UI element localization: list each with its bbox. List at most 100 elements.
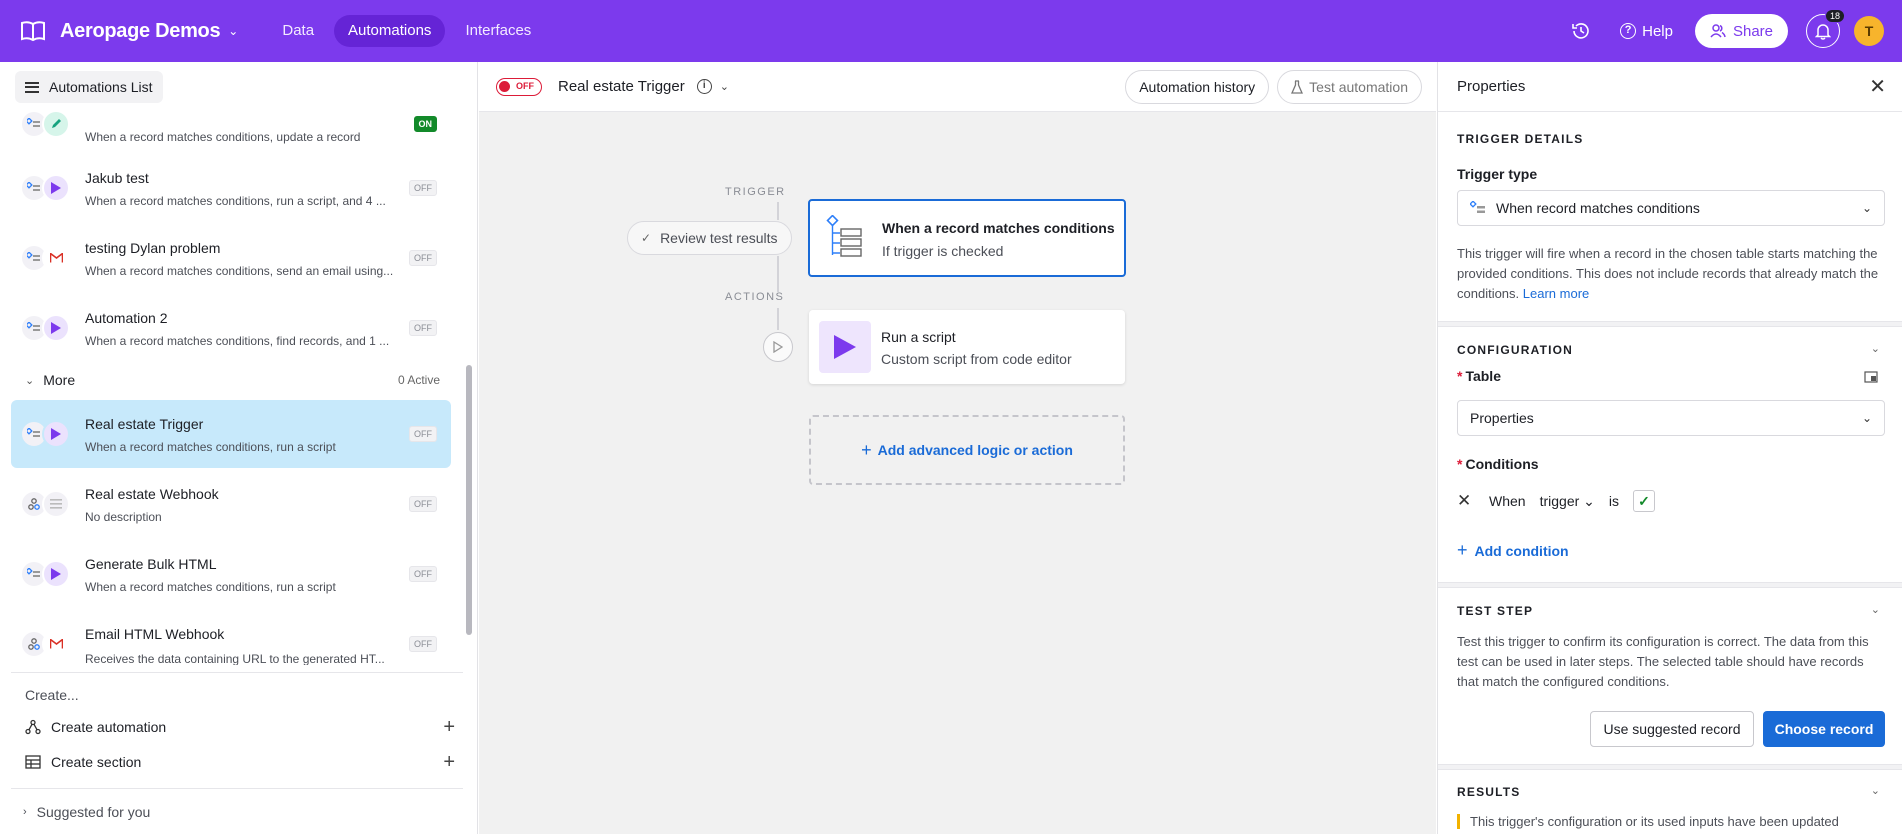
- base-menu-chevron-icon[interactable]: ⌄: [228, 24, 238, 38]
- table-select[interactable]: Properties ⌄: [1457, 400, 1885, 436]
- condition-operator[interactable]: is: [1609, 493, 1619, 509]
- trigger-card[interactable]: When a record matches conditions If trig…: [808, 199, 1126, 277]
- action-card[interactable]: Run a script Custom script from code edi…: [809, 310, 1125, 384]
- add-condition-button[interactable]: + Add condition: [1457, 540, 1569, 561]
- run-step-button[interactable]: [763, 332, 793, 362]
- automation-name: Generate Bulk HTML: [85, 556, 217, 572]
- chevron-down-icon[interactable]: ⌄: [720, 80, 729, 93]
- add-logic-label: Add advanced logic or action: [877, 442, 1073, 458]
- automations-list-label: Automations List: [49, 79, 153, 95]
- tab-interfaces[interactable]: Interfaces: [451, 15, 545, 47]
- chevron-down-icon[interactable]: ⌄: [1871, 784, 1880, 797]
- list-item[interactable]: Email HTML Webhook Receives the data con…: [11, 610, 451, 672]
- play-icon: [42, 314, 70, 342]
- chevron-right-icon: ›: [23, 805, 27, 818]
- play-outline-icon: [773, 341, 783, 353]
- book-logo-icon[interactable]: [20, 20, 46, 42]
- list-item[interactable]: Generate Bulk HTML When a record matches…: [11, 540, 451, 608]
- trigger-icon: [1470, 201, 1485, 213]
- condition-field-select[interactable]: trigger ⌄: [1540, 493, 1595, 510]
- automation-description: When a record matches conditions, run a …: [85, 580, 336, 594]
- expand-record-icon[interactable]: [1864, 371, 1878, 383]
- help-icon: ?: [1620, 23, 1637, 39]
- avatar[interactable]: T: [1854, 16, 1884, 46]
- condition-value-checkbox[interactable]: ✓: [1633, 490, 1656, 512]
- play-icon: [42, 560, 70, 588]
- status-badge: OFF: [409, 566, 437, 582]
- create-automation-button[interactable]: Create automation +: [25, 715, 455, 739]
- list-item[interactable]: Jakub test When a record matches conditi…: [11, 154, 451, 222]
- automation-description: When a record matches conditions, run a …: [85, 440, 336, 454]
- base-name[interactable]: Aeropage Demos: [60, 20, 221, 43]
- test-help-text: Test this trigger to confirm its configu…: [1457, 634, 1869, 689]
- active-count: 0 Active: [397, 373, 440, 387]
- sidebar-scrollbar[interactable]: [466, 365, 472, 635]
- list-item[interactable]: Automation 2 When a record matches condi…: [11, 294, 451, 362]
- table-label: * Table: [1457, 368, 1501, 384]
- test-automation-label: Test automation: [1309, 78, 1408, 95]
- top-nav: Data Automations Interfaces: [268, 15, 545, 47]
- automation-canvas: TRIGGER ACTIONS ✓ Review test results Wh…: [479, 112, 1436, 834]
- test-step-heading: TEST STEP: [1457, 604, 1534, 618]
- automation-name: Email HTML Webhook: [85, 626, 225, 642]
- status-badge: OFF: [409, 636, 437, 652]
- trigger-label: TRIGGER: [725, 186, 786, 198]
- automation-name: Jakub test: [85, 170, 149, 186]
- create-automation-label: Create automation: [51, 719, 167, 735]
- review-test-results-button[interactable]: ✓ Review test results: [627, 221, 792, 255]
- automation-description: When a record matches conditions, run a …: [85, 194, 386, 208]
- automation-title[interactable]: Real estate Trigger: [558, 78, 685, 95]
- create-section-label: Create section: [51, 754, 142, 770]
- tab-data[interactable]: Data: [268, 15, 328, 47]
- test-automation-button[interactable]: Test automation: [1277, 69, 1422, 104]
- chevron-down-icon[interactable]: ⌄: [1871, 342, 1880, 355]
- section-more[interactable]: ⌄ More 0 Active: [25, 370, 440, 390]
- share-button[interactable]: Share: [1694, 14, 1788, 48]
- automations-list-button[interactable]: Automations List: [15, 71, 163, 103]
- chevron-down-icon: ⌄: [25, 374, 35, 387]
- conditions-trigger-icon: [826, 215, 862, 257]
- create-section-button[interactable]: Create section +: [25, 750, 455, 774]
- automation-name: Automation 2: [85, 310, 168, 326]
- toggle-label: OFF: [516, 80, 534, 91]
- results-heading: RESULTS: [1457, 785, 1521, 799]
- list-item[interactable]: Real estate Trigger When a record matche…: [11, 400, 451, 468]
- create-label: Create...: [25, 687, 79, 703]
- results-warning: This trigger's configuration or its used…: [1457, 814, 1887, 829]
- close-icon[interactable]: ✕: [1869, 74, 1886, 99]
- info-icon[interactable]: i: [696, 79, 712, 94]
- chevron-down-icon: ⌄: [1861, 411, 1872, 425]
- list-item[interactable]: Real estate Webhook No description OFF: [11, 470, 451, 538]
- plus-icon: +: [443, 750, 455, 773]
- share-label: Share: [1732, 22, 1773, 40]
- notifications-button[interactable]: 18: [1806, 9, 1845, 48]
- plus-icon: +: [861, 439, 872, 460]
- list-item[interactable]: When a record matches conditions, update…: [11, 112, 451, 158]
- add-advanced-logic-button[interactable]: + Add advanced logic or action: [809, 415, 1125, 485]
- trigger-type-select[interactable]: When record matches conditions ⌄: [1457, 190, 1885, 226]
- tab-automations[interactable]: Automations: [334, 15, 446, 47]
- automation-description: When a record matches conditions, update…: [85, 130, 361, 144]
- history-icon[interactable]: [1570, 20, 1592, 42]
- learn-more-link[interactable]: Learn more: [1523, 286, 1589, 301]
- chevron-down-icon[interactable]: ⌄: [1871, 603, 1880, 616]
- connector-line: [777, 308, 779, 330]
- status-badge: OFF: [409, 496, 437, 512]
- use-suggested-record-button[interactable]: Use suggested record: [1590, 711, 1754, 747]
- remove-condition-icon[interactable]: ✕: [1457, 491, 1471, 511]
- flask-icon: [1291, 79, 1304, 94]
- chevron-down-icon: ⌄: [1583, 492, 1595, 509]
- automation-toggle[interactable]: OFF: [496, 77, 542, 96]
- script-play-icon: [819, 321, 871, 373]
- choose-record-button[interactable]: Choose record: [1763, 711, 1885, 747]
- review-label: Review test results: [660, 230, 778, 246]
- condition-field-label: trigger: [1539, 492, 1580, 509]
- list-item[interactable]: testing Dylan problem When a record matc…: [11, 224, 451, 292]
- automation-list[interactable]: When a record matches conditions, update…: [0, 112, 478, 672]
- section-label: More: [43, 372, 76, 388]
- panel-title: Properties: [1457, 78, 1526, 95]
- automation-icon: [25, 719, 41, 735]
- suggested-for-you[interactable]: › Suggested for you: [11, 788, 463, 834]
- automation-history-button[interactable]: Automation history: [1125, 69, 1270, 104]
- help-button[interactable]: ? Help: [1620, 23, 1673, 40]
